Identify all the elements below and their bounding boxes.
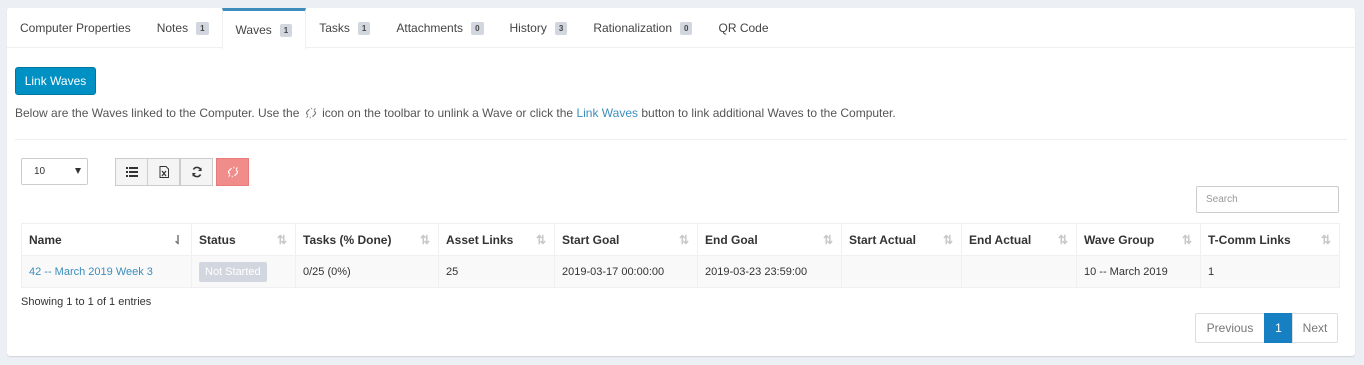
tab-count-badge: 1 — [357, 21, 371, 35]
page-length-value: 10 — [34, 166, 46, 177]
tab-count-badge: 0 — [471, 21, 484, 35]
sort-icon: ⇅ — [1320, 233, 1331, 247]
tab-attachments[interactable]: Attachments 0 — [383, 8, 496, 48]
sort-icon: ⇅ — [535, 233, 546, 247]
search-input[interactable]: Search — [1196, 186, 1339, 213]
cell-start-goal: 2019-03-17 00:00:00 — [554, 255, 698, 288]
pagination: Previous 1 Next — [1195, 313, 1338, 343]
column-header-label: Name — [29, 232, 62, 247]
help-text-part: icon on the toolbar to unlink a Wave or … — [322, 106, 574, 120]
cell-name: 42 -- March 2019 Week 3 — [21, 255, 192, 288]
column-header-label: Tasks (% Done) — [303, 232, 392, 247]
tab-notes[interactable]: Notes 1 — [144, 8, 222, 48]
unlink-icon — [305, 107, 317, 119]
column-header-end-actual[interactable]: End Actual ⇅ — [961, 223, 1077, 256]
chevron-down-icon — [75, 168, 81, 174]
link-waves-link[interactable]: Link Waves — [576, 106, 638, 120]
list-icon — [125, 167, 138, 177]
cell-end-actual — [961, 255, 1077, 288]
column-visibility-button[interactable] — [115, 158, 148, 186]
tab-count-badge: 1 — [279, 23, 293, 37]
help-text-part: button to link additional Waves to the C… — [641, 106, 896, 120]
cell-asset-links: 25 — [438, 255, 555, 288]
excel-export-button[interactable] — [147, 158, 180, 186]
column-header-label: Start Goal — [562, 232, 620, 247]
cell-tasks: 0/25 (0%) — [295, 255, 439, 288]
divider — [15, 139, 1347, 140]
column-header-tcomm-links[interactable]: T-Comm Links ⇅ — [1200, 223, 1340, 256]
tab-label: History — [509, 21, 547, 35]
waves-table: Name ⇃ Status ⇅ Tasks (% Done) ⇅ Asset Link… — [21, 223, 1340, 288]
cell-wave-group: 10 -- March 2019 — [1076, 255, 1201, 288]
status-badge: Not Started — [199, 261, 267, 282]
column-header-label: Wave Group — [1084, 232, 1155, 247]
tab-qr-code[interactable]: QR Code — [705, 8, 781, 48]
sort-ascending-icon: ⇃ — [172, 233, 183, 247]
cell-tcomm-links: 1 — [1200, 255, 1340, 288]
column-header-label: End Actual — [969, 232, 1032, 247]
tab-tasks[interactable]: Tasks 1 — [306, 8, 383, 48]
column-header-start-actual[interactable]: Start Actual ⇅ — [841, 223, 962, 256]
tab-label: Waves — [235, 23, 272, 37]
column-header-wave-group[interactable]: Wave Group ⇅ — [1076, 223, 1201, 256]
tab-label: Notes — [156, 21, 189, 35]
sort-icon: ⇅ — [276, 233, 287, 247]
cell-start-actual — [841, 255, 962, 288]
tab-label: Computer Properties — [20, 21, 131, 35]
tab-label: Rationalization — [593, 21, 673, 35]
tab-count-badge: 3 — [554, 21, 568, 35]
excel-export-icon — [159, 166, 169, 178]
table-header-row: Name ⇃ Status ⇅ Tasks (% Done) ⇅ Asset Link… — [21, 223, 1340, 256]
tab-label: QR Code — [718, 21, 769, 35]
cell-end-goal: 2019-03-23 23:59:00 — [697, 255, 842, 288]
previous-page-button[interactable]: Previous — [1195, 313, 1265, 343]
refresh-icon — [191, 166, 202, 178]
page-length-select[interactable]: 10 — [21, 158, 88, 185]
column-header-asset-links[interactable]: Asset Links ⇅ — [438, 223, 555, 256]
tab-count-badge: 1 — [196, 21, 209, 35]
column-header-label: T-Comm Links — [1208, 232, 1291, 247]
tab-waves[interactable]: Waves 1 — [221, 8, 307, 49]
tab-bar: Computer Properties Notes 1 Waves 1 Tasks 1… — [7, 8, 1355, 49]
next-page-button[interactable]: Next — [1292, 313, 1338, 343]
sort-icon: ⇅ — [1181, 233, 1192, 247]
cell-status: Not Started — [191, 255, 296, 288]
sort-icon: ⇅ — [1057, 233, 1068, 247]
sort-icon: ⇅ — [678, 233, 689, 247]
tab-label: Tasks — [319, 21, 350, 35]
column-header-label: Asset Links — [446, 232, 514, 247]
sort-icon: ⇅ — [822, 233, 833, 247]
column-header-status[interactable]: Status ⇅ — [191, 223, 296, 256]
column-header-name[interactable]: Name ⇃ — [21, 223, 192, 256]
unlink-wave-button[interactable] — [216, 158, 249, 186]
sort-icon: ⇅ — [419, 233, 430, 247]
tab-count-badge: 0 — [680, 21, 693, 35]
help-text: Below are the Waves linked to the Comput… — [15, 106, 896, 120]
column-header-label: End Goal — [705, 232, 758, 247]
column-header-end-goal[interactable]: End Goal ⇅ — [697, 223, 842, 256]
wave-panel: Computer Properties Notes 1 Waves 1 Tasks 1… — [7, 8, 1355, 356]
tab-computer-properties[interactable]: Computer Properties — [7, 8, 144, 48]
table-info: Showing 1 to 1 of 1 entries — [21, 296, 152, 308]
column-header-tasks[interactable]: Tasks (% Done) ⇅ — [295, 223, 439, 256]
sort-icon: ⇅ — [942, 233, 953, 247]
tab-history[interactable]: History 3 — [497, 8, 581, 48]
tab-rationalization[interactable]: Rationalization 0 — [580, 8, 705, 48]
help-text-part: Below are the Waves linked to the Comput… — [15, 106, 300, 120]
column-header-label: Status — [199, 232, 236, 247]
column-header-start-goal[interactable]: Start Goal ⇅ — [554, 223, 698, 256]
tab-label: Attachments — [396, 21, 464, 35]
page-1-button[interactable]: 1 — [1264, 313, 1293, 343]
refresh-button[interactable] — [180, 158, 213, 186]
column-header-label: Start Actual — [849, 232, 916, 247]
link-waves-button[interactable]: Link Waves — [15, 67, 96, 95]
wave-name-link[interactable]: 42 -- March 2019 Week 3 — [29, 266, 153, 278]
unlink-icon — [227, 166, 238, 178]
table-row: 42 -- March 2019 Week 3 Not Started 0/25… — [21, 255, 1340, 288]
